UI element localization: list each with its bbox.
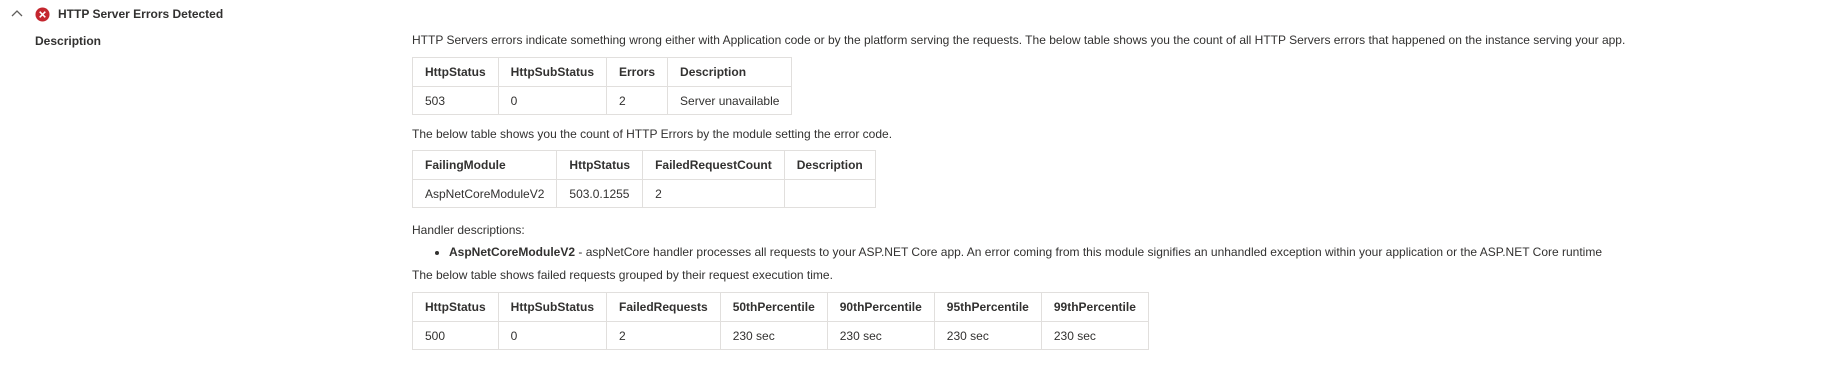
column-header: FailedRequests (606, 292, 721, 322)
description-label: Description (35, 34, 102, 48)
handler-name: AspNetCoreModuleV2 (449, 245, 576, 259)
module-text: The below table shows you the count of H… (412, 127, 893, 141)
table-cell: 0 (497, 321, 608, 350)
column-header: 95thPercentile (933, 292, 1042, 322)
table-cell: 230 sec (933, 321, 1042, 350)
table-cell: 0 (497, 86, 608, 115)
chevron-up-icon[interactable] (11, 8, 23, 18)
list-item: AspNetCoreModuleV2 - aspNetCore handler … (449, 245, 1812, 260)
column-header: 99thPercentile (1040, 292, 1149, 322)
table-cell: 503 (412, 86, 499, 115)
column-header: HttpSubStatus (497, 292, 608, 322)
table-row: AspNetCoreModuleV2 503.0.1255 2 (411, 179, 876, 208)
column-header: HttpSubStatus (497, 57, 608, 87)
table-cell: 2 (606, 321, 721, 350)
request-timing-table: HttpStatus HttpSubStatus FailedRequests … (412, 292, 1149, 350)
http-errors-table: HttpStatus HttpSubStatus Errors Descript… (412, 57, 793, 115)
column-header: FailedRequestCount (642, 150, 785, 180)
table-cell: Server unavailable (667, 86, 793, 115)
table-header-row: HttpStatus HttpSubStatus Errors Descript… (412, 57, 793, 87)
table-header-row: FailingModule HttpStatus FailedRequestCo… (411, 150, 876, 180)
table-cell: 230 sec (719, 321, 828, 350)
column-header: HttpStatus (556, 150, 644, 180)
column-header: FailingModule (411, 150, 558, 180)
table-header-row: HttpStatus HttpSubStatus FailedRequests … (412, 292, 1149, 322)
description-content: HTTP Servers errors indicate something w… (411, 33, 1812, 350)
table-row: 503 0 2 Server unavailable (412, 86, 793, 115)
error-circle-icon (35, 7, 50, 22)
table-row: 500 0 2 230 sec 230 sec 230 sec 230 sec (412, 321, 1149, 350)
column-header: Errors (605, 57, 669, 87)
timing-text: The below table shows failed requests gr… (412, 268, 833, 282)
handler-description: - aspNetCore handler processes all reque… (575, 245, 1603, 259)
column-header: Description (783, 150, 876, 180)
section-title: HTTP Server Errors Detected (58, 7, 224, 21)
column-header: HttpStatus (412, 292, 499, 322)
handler-list: AspNetCoreModuleV2 - aspNetCore handler … (412, 245, 1812, 260)
table-cell: 2 (642, 179, 785, 208)
table-cell: 230 sec (1040, 321, 1149, 350)
column-header: 50thPercentile (719, 292, 828, 322)
table-cell: 500 (412, 321, 499, 350)
section-header[interactable]: HTTP Server Errors Detected (0, 0, 700, 28)
table-cell: AspNetCoreModuleV2 (411, 179, 558, 208)
intro-text: HTTP Servers errors indicate something w… (412, 33, 1626, 47)
column-header: 90thPercentile (826, 292, 935, 322)
table-cell: 2 (605, 86, 669, 115)
column-header: HttpStatus (412, 57, 499, 87)
failing-module-table: FailingModule HttpStatus FailedRequestCo… (411, 150, 876, 208)
table-cell: 230 sec (826, 321, 935, 350)
column-header: Description (667, 57, 793, 87)
table-cell (783, 179, 876, 208)
table-cell: 503.0.1255 (556, 179, 644, 208)
handler-label: Handler descriptions: (412, 223, 525, 237)
